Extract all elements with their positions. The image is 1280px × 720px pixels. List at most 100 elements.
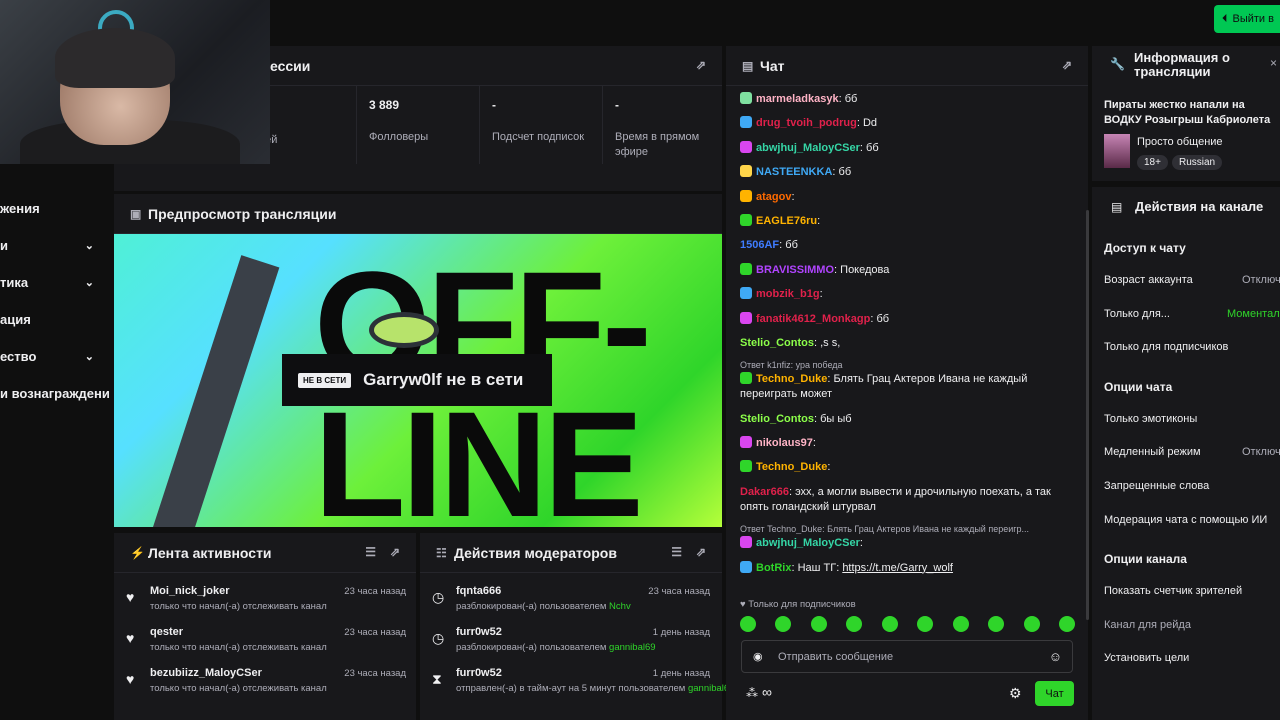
emote-icon[interactable] (810, 616, 827, 632)
feed-row[interactable]: ◷ fqnta666 23 часа назад разблокирован(-а) … (432, 581, 710, 622)
chat-username[interactable]: Techno_Duke (756, 461, 827, 473)
action-option-value[interactable]: Отключ (1242, 274, 1280, 286)
action-option[interactable]: Установить цели (1104, 652, 1189, 664)
action-option[interactable]: Медленный режим (1104, 446, 1201, 458)
chat-username[interactable]: fanatik4612_Monkagp (756, 313, 870, 325)
chat-text: Dd (862, 117, 878, 130)
feed-username[interactable]: bezubiizz_MaloyCSer (150, 667, 262, 679)
feed-username[interactable]: furr0w52 (456, 626, 502, 638)
feed-actor[interactable]: Nchv (609, 601, 631, 612)
feed-row[interactable]: ♥ qester 23 часа назад только что начал(-а)… (126, 622, 406, 663)
chat-message: NASTEENKKA: бб (740, 165, 1075, 180)
chevron-down-icon: ⌄ (84, 240, 94, 252)
chat-username[interactable]: abwjhuj_MaloyCSer (756, 142, 860, 154)
heart-icon: ♥ (126, 589, 135, 605)
feed-row[interactable]: ◷ furr0w52 1 день назад разблокирован(-а) п… (432, 622, 710, 663)
emote-icon[interactable] (775, 616, 792, 632)
action-option-value[interactable]: Отключ (1242, 446, 1280, 458)
tags: 18+ Russian (1137, 154, 1226, 170)
action-option[interactable]: Только эмотиконы (1104, 413, 1197, 425)
action-option-value[interactable]: Моментал (1227, 308, 1280, 320)
side-nav-item[interactable]: ация (0, 301, 112, 338)
chat-link[interactable]: https://t.me/Garry_wolf (842, 562, 953, 574)
collapse-icon[interactable]: × (1270, 56, 1277, 70)
feed-username[interactable]: fqnta666 (456, 585, 501, 597)
action-option[interactable]: Только для подписчиков (1104, 341, 1228, 353)
chat-username[interactable]: drug_tvoih_podrug (756, 117, 857, 129)
feed-username[interactable]: furr0w52 (456, 667, 502, 679)
chat-username[interactable]: nikolaus97 (756, 437, 813, 449)
side-nav-item[interactable]: и ⌄ (0, 227, 112, 264)
actions-section-heading: Опции канала (1104, 552, 1187, 567)
feed-row[interactable]: ⧗ furr0w52 1 день назад отправлен(-а) в тай… (432, 663, 734, 704)
chat-input[interactable]: Отправить сообщение ◉ ☺ (741, 640, 1073, 673)
chat-username[interactable]: marmeladkasyk (756, 93, 839, 105)
emote-icon[interactable] (740, 616, 756, 632)
popout-icon[interactable]: ⇗ (390, 545, 400, 559)
chat-scrollbar[interactable] (1086, 210, 1089, 620)
preview-icon: ▣ (130, 206, 142, 221)
side-nav-item[interactable]: ество ⌄ (0, 338, 112, 375)
chat-message: fanatik4612_Monkagp: бб (740, 311, 1075, 327)
popout-icon[interactable]: ⇗ (1062, 58, 1072, 72)
side-nav-item[interactable]: и вознаграждени (0, 375, 112, 412)
chat-username[interactable]: 1506AF (740, 239, 779, 251)
chat-username[interactable]: Stelio_Contos (740, 337, 814, 349)
emote-icon[interactable] (846, 616, 863, 632)
clock-icon: ◷ (432, 589, 445, 605)
feed-action: отправлен(-а) в тайм-аут на 5 минут поль… (456, 683, 688, 694)
chat-username[interactable]: atagov (756, 191, 791, 203)
feed-action: только что начал(-а) отслеживать канал (150, 683, 327, 694)
chat-text: бб (838, 166, 852, 179)
emote-icon[interactable] (1023, 616, 1040, 632)
followers-stat: 3 889 Фолловеры (357, 86, 480, 164)
chat-username[interactable]: Stelio_Contos (740, 413, 814, 425)
emote-icon[interactable] (881, 616, 898, 632)
feed-username[interactable]: qester (150, 626, 183, 638)
emote-picker-icon[interactable]: ☺ (1049, 649, 1062, 664)
chat-reply-context: Ответ k1nfiz: ура победа (740, 360, 843, 371)
filter-icon[interactable]: ☰ (365, 545, 376, 559)
chat-title: Чат (760, 57, 785, 74)
chat-username[interactable]: abwjhuj_MaloyCSer (756, 537, 860, 549)
side-nav-item[interactable]: тика ⌄ (0, 264, 112, 301)
chat-settings-icon[interactable]: ⚙ (1009, 685, 1022, 702)
action-option[interactable]: Только для... (1104, 308, 1170, 320)
emote-icon[interactable] (1058, 616, 1075, 632)
emote-icon[interactable] (952, 616, 969, 632)
tag-pill[interactable]: 18+ (1137, 155, 1168, 170)
category-name[interactable]: Просто общение (1137, 136, 1223, 148)
tag-pill[interactable]: Russian (1171, 155, 1223, 170)
action-option[interactable]: Возраст аккаунта (1104, 274, 1193, 286)
chat-message: marmeladkasyk: бб (740, 92, 1075, 107)
chat-colon: : (819, 288, 823, 301)
side-nav-label: и (0, 238, 8, 253)
chat-username[interactable]: BRAVISSIMMO (756, 264, 834, 276)
clock-icon: ◷ (432, 630, 445, 646)
action-option[interactable]: Канал для рейда (1104, 619, 1191, 631)
feed-row[interactable]: ♥ Moi_nick_joker 23 часа назад только что н… (126, 581, 406, 622)
chat-send-button[interactable]: Чат (1035, 681, 1074, 706)
points-icon[interactable]: ⁂ (746, 686, 758, 700)
feed-row[interactable]: ♥ bezubiizz_MaloyCSer 23 часа назад только … (126, 663, 406, 704)
chat-username[interactable]: Dakar666 (740, 486, 789, 498)
popout-icon[interactable]: ⇗ (696, 545, 706, 559)
feed-username[interactable]: Moi_nick_joker (150, 585, 229, 597)
chat-username[interactable]: EAGLE76ru (756, 215, 817, 227)
chat-username[interactable]: mobzik_b1g (756, 288, 820, 300)
side-nav-item[interactable]: жения (0, 190, 112, 227)
filter-icon[interactable]: ☰ (671, 545, 682, 559)
feed-actor[interactable]: gannibal69 (609, 642, 656, 653)
chat-username[interactable]: NASTEENKKA (756, 166, 832, 178)
action-option[interactable]: Модерация чата с помощью ИИ (1104, 514, 1267, 526)
chat-text: бб (844, 93, 858, 105)
popout-icon[interactable]: ⇗ (696, 58, 706, 72)
action-option[interactable]: Показать счетчик зрителей (1104, 585, 1242, 597)
action-option[interactable]: Запрещенные слова (1104, 480, 1209, 492)
chat-username[interactable]: BotRix (756, 562, 791, 574)
emote-icon[interactable] (917, 616, 934, 632)
chat-username[interactable]: Techno_Duke (756, 373, 827, 385)
chat-colon: : (817, 214, 821, 227)
emote-icon[interactable] (988, 616, 1005, 632)
exit-button[interactable]: ⏴ Выйти в (1214, 5, 1280, 33)
